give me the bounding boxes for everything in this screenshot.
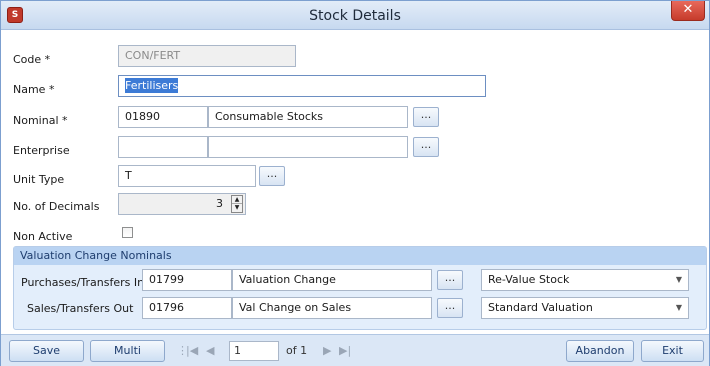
stock-details-window: S Stock Details ✕ Code * CON/FERT Name *… xyxy=(0,0,710,366)
non-active-checkbox[interactable] xyxy=(122,227,133,238)
code-label: Code * xyxy=(13,53,51,66)
valuation-group-header: Valuation Change Nominals xyxy=(14,247,706,265)
spinner-up-icon[interactable]: ▲ xyxy=(232,196,242,204)
last-record-icon[interactable]: ▶| xyxy=(339,340,351,362)
unit-type-field[interactable]: T xyxy=(118,165,256,187)
nominal-label: Nominal * xyxy=(13,114,68,127)
non-active-label: Non Active xyxy=(13,230,73,243)
spinner-down-icon[interactable]: ▼ xyxy=(232,204,242,212)
unit-type-lookup-button[interactable]: ... xyxy=(259,166,285,186)
decimals-label: No. of Decimals xyxy=(13,200,100,213)
purchases-valuation-select[interactable]: Re-Value Stock ▼ xyxy=(481,269,689,291)
enterprise-lookup-button[interactable]: ... xyxy=(413,137,439,157)
decimals-spinner[interactable]: ▲ ▼ xyxy=(231,195,243,213)
save-button[interactable]: Save xyxy=(9,340,84,362)
name-value: Fertilisers xyxy=(125,78,179,93)
sales-valuation-value: Standard Valuation xyxy=(488,301,593,314)
window-title: Stock Details xyxy=(309,8,401,24)
code-field[interactable]: CON/FERT xyxy=(118,45,296,67)
exit-button[interactable]: Exit xyxy=(641,340,704,362)
dropdown-arrow-icon[interactable]: ▼ xyxy=(676,298,682,318)
nominal-description-field: Consumable Stocks xyxy=(208,106,408,128)
sales-description-field: Val Change on Sales xyxy=(232,297,432,319)
sales-transfers-label: Sales/Transfers Out xyxy=(27,302,134,315)
sales-lookup-button[interactable]: ... xyxy=(437,298,463,318)
sales-code-field[interactable]: 01796 xyxy=(142,297,232,319)
sales-valuation-select[interactable]: Standard Valuation ▼ xyxy=(481,297,689,319)
record-number-field[interactable]: 1 xyxy=(229,341,279,361)
enterprise-code-field[interactable] xyxy=(118,136,208,158)
previous-record-icon[interactable]: ◀ xyxy=(206,340,214,362)
decimals-field[interactable]: 3 xyxy=(118,193,246,215)
purchases-code-field[interactable]: 01799 xyxy=(142,269,232,291)
name-field[interactable]: Fertilisers xyxy=(118,75,486,97)
enterprise-label: Enterprise xyxy=(13,144,70,157)
dropdown-arrow-icon[interactable]: ▼ xyxy=(676,270,682,290)
purchases-description-field: Valuation Change xyxy=(232,269,432,291)
close-button[interactable]: ✕ xyxy=(671,1,705,21)
purchases-valuation-value: Re-Value Stock xyxy=(488,273,570,286)
unit-type-label: Unit Type xyxy=(13,173,65,186)
nominal-lookup-button[interactable]: ... xyxy=(413,107,439,127)
abandon-button[interactable]: Abandon xyxy=(566,340,634,362)
multi-button[interactable]: Multi xyxy=(90,340,165,362)
enterprise-description-field xyxy=(208,136,408,158)
purchases-lookup-button[interactable]: ... xyxy=(437,270,463,290)
record-count: of 1 xyxy=(286,344,308,357)
nominal-code-field[interactable]: 01890 xyxy=(118,106,208,128)
first-record-icon[interactable]: |◀ xyxy=(186,340,198,362)
next-record-icon[interactable]: ▶ xyxy=(323,340,331,362)
title-bar: S Stock Details ✕ xyxy=(1,1,709,30)
purchases-transfers-label: Purchases/Transfers In xyxy=(21,276,145,289)
name-label: Name * xyxy=(13,83,55,96)
